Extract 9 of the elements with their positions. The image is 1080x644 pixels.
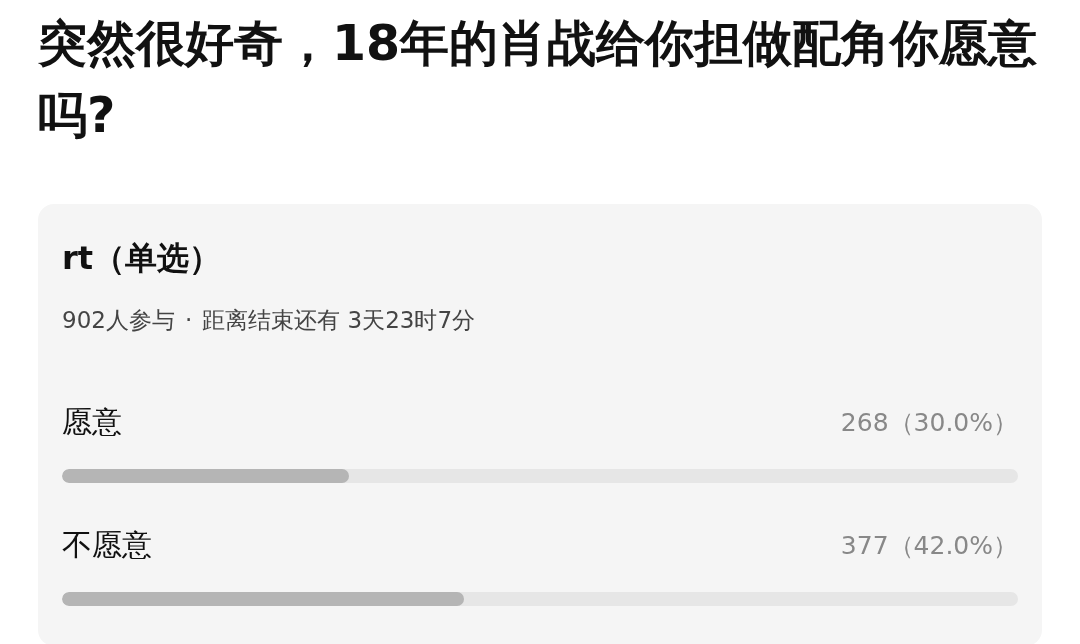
vote-result: 377（42.0%）	[840, 529, 1018, 562]
option-label[interactable]: 愿意	[62, 401, 122, 443]
question-title: 突然很好奇，18年的肖战给你担做配角你愿意吗?	[38, 14, 1038, 146]
option-label[interactable]: 不愿意	[62, 524, 152, 566]
participant-count: 902人参与	[62, 306, 175, 335]
poll-title: rt（单选）	[62, 238, 223, 279]
separator-dot: ·	[184, 306, 193, 335]
vote-result: 268（30.0%）	[840, 406, 1018, 439]
time-remaining: 距离结束还有 3天23时7分	[202, 306, 476, 335]
